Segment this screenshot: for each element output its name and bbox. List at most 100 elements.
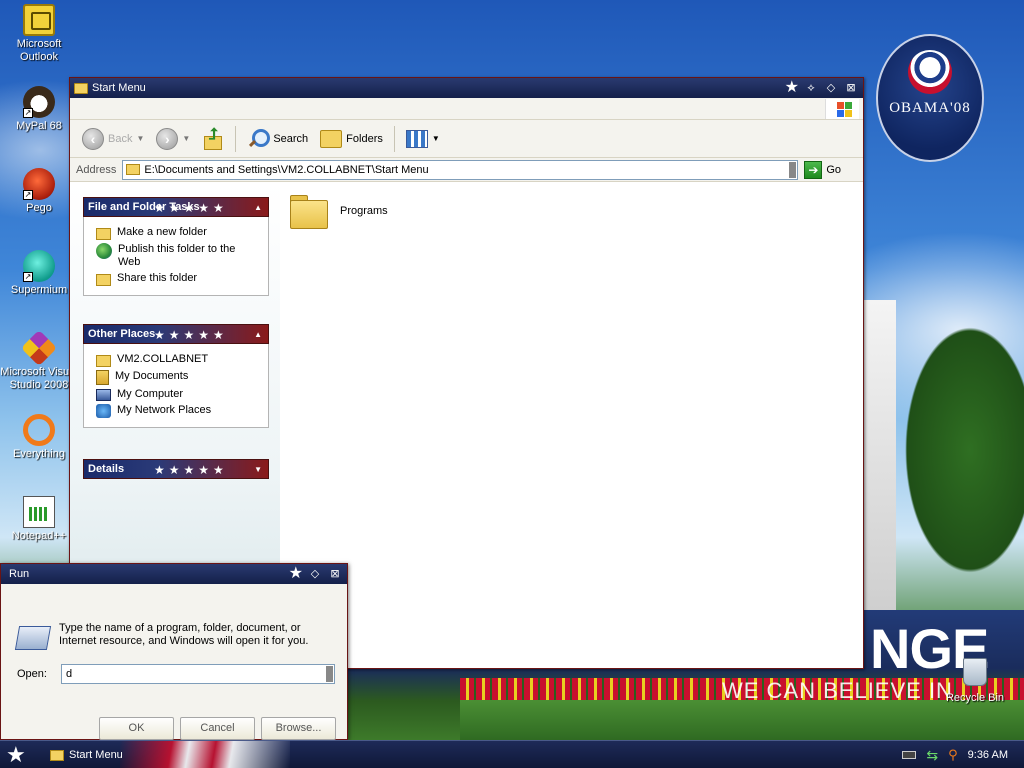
back-button[interactable]: ‹ Back ▼ xyxy=(78,124,148,154)
desktop-icon-everything[interactable]: Everything xyxy=(0,414,78,461)
globe-icon xyxy=(96,243,112,259)
expand-icon[interactable]: ▼ xyxy=(254,460,262,480)
desktop-icon-recycle-bin[interactable]: Recycle Bin xyxy=(936,658,1014,705)
help-button[interactable]: ◇ xyxy=(307,566,323,582)
back-arrow-icon: ‹ xyxy=(82,127,104,150)
desktop-icon-visual-studio[interactable]: Microsoft Visual Studio 2008 xyxy=(0,332,78,396)
run-dialog: Run ★ ◇ ⊠ Type the name of a program, fo… xyxy=(0,563,348,740)
forward-button[interactable]: › ▼ xyxy=(152,124,194,154)
address-path: E:\Documents and Settings\VM2.COLLABNET\… xyxy=(144,163,429,176)
recycle-bin-icon xyxy=(959,658,991,690)
go-label: Go xyxy=(826,163,842,176)
desktop-icon-outlook[interactable]: Microsoft Outlook xyxy=(0,4,78,64)
star-icon: ★ xyxy=(784,79,799,96)
desktop-icon-pego[interactable]: ↗ Pego xyxy=(0,168,78,215)
minimize-button[interactable]: ⟡ xyxy=(803,80,819,96)
window-title: Start Menu xyxy=(92,82,146,94)
everything-icon xyxy=(23,414,55,446)
pane-header[interactable]: ★★★★★ Details ▼ xyxy=(83,459,269,479)
wallpaper-slogan-sub: WE CAN BELIEVE IN xyxy=(722,678,953,703)
desktop-icon-label: Microsoft Visual Studio 2008 xyxy=(0,366,78,391)
place-vm2-collabnet[interactable]: VM2.COLLABNET xyxy=(96,353,258,367)
file-folder-tasks-pane: ★★★★★ File and Folder Tasks ▲ Make a new… xyxy=(83,197,269,296)
address-input[interactable]: E:\Documents and Settings\VM2.COLLABNET\… xyxy=(122,159,799,180)
go-button[interactable]: ➔ Go xyxy=(804,160,842,179)
views-icon xyxy=(405,129,428,148)
search-button[interactable]: Search xyxy=(243,124,312,154)
folders-icon xyxy=(320,129,343,148)
pane-body: VM2.COLLABNET My Documents My Computer M… xyxy=(83,344,269,428)
windows-logo-icon xyxy=(825,99,859,119)
window-titlebar[interactable]: Start Menu ★ ⟡ ◇ ⊠ xyxy=(70,78,863,98)
task-share-folder[interactable]: Share this folder xyxy=(96,272,258,286)
task-publish-to-web[interactable]: Publish this folder to the Web xyxy=(96,243,258,269)
desktop-icon-supermium[interactable]: ↗ Supermium xyxy=(0,250,78,297)
network-icon[interactable]: ⇆ xyxy=(926,747,938,764)
window-controls: ★ ⟡ ◇ ⊠ xyxy=(785,80,859,96)
visual-studio-icon xyxy=(20,332,58,367)
chevron-down-icon[interactable]: ▼ xyxy=(136,134,144,143)
desktop-icon-label: Microsoft Outlook xyxy=(16,38,62,63)
folder-up-icon xyxy=(202,126,224,150)
place-my-network-places[interactable]: My Network Places xyxy=(96,404,258,418)
menu-bar xyxy=(70,98,863,120)
clock[interactable]: 9:36 AM xyxy=(968,749,1008,761)
up-button[interactable] xyxy=(198,124,228,154)
task-make-new-folder[interactable]: Make a new folder xyxy=(96,226,258,240)
run-icon xyxy=(14,626,52,650)
toolbar: ‹ Back ▼ › ▼ Search Folders xyxy=(70,120,863,158)
desktop-icon-label: Everything xyxy=(13,448,65,460)
campaign-badge-text: OBAMA'08 xyxy=(889,100,971,116)
forward-arrow-icon: › xyxy=(156,127,179,150)
place-label: My Documents xyxy=(115,370,189,382)
system-tray: ⇆ ⚲ 9:36 AM xyxy=(864,741,1024,768)
maximize-button[interactable]: ◇ xyxy=(823,80,839,96)
folder-icon xyxy=(50,749,64,761)
collapse-icon[interactable]: ▲ xyxy=(254,325,262,345)
shortcut-arrow-icon: ↗ xyxy=(23,272,33,282)
folder-icon xyxy=(74,82,88,94)
views-button[interactable]: ▼ xyxy=(402,124,444,154)
pane-header[interactable]: ★★★★★ Other Places ▲ xyxy=(83,324,269,344)
keyboard-icon[interactable] xyxy=(902,751,917,759)
taskbar-item-start-menu[interactable]: Start Menu xyxy=(48,745,208,765)
desktop-icon-label: Notepad++ xyxy=(11,530,67,542)
place-label: VM2.COLLABNET xyxy=(117,353,209,365)
open-input[interactable]: d xyxy=(61,664,335,684)
toolbar-separator xyxy=(393,125,395,152)
task-label: Share this folder xyxy=(117,272,198,284)
stars-decoration-icon: ★★★★★ xyxy=(154,328,228,342)
ok-button[interactable]: OK xyxy=(99,717,174,740)
folders-button[interactable]: Folders xyxy=(316,124,387,154)
taskbar: ★ Start Menu ⇆ ⚲ 9:36 AM xyxy=(0,740,1024,768)
start-button[interactable]: ★ xyxy=(6,743,30,767)
collapse-icon[interactable]: ▲ xyxy=(254,198,262,218)
folder-icon xyxy=(96,355,111,367)
details-pane: ★★★★★ Details ▼ xyxy=(83,459,269,479)
pane-title: Details xyxy=(88,463,125,475)
desktop-icon-label: MyPal 68 xyxy=(16,120,62,132)
cancel-button[interactable]: Cancel xyxy=(180,717,255,740)
place-my-documents[interactable]: My Documents xyxy=(96,370,258,385)
desktop-icon-mypal[interactable]: ↗ MyPal 68 xyxy=(0,86,78,133)
close-button[interactable]: ⊠ xyxy=(327,566,343,582)
address-dropdown-button[interactable] xyxy=(789,161,797,178)
chevron-down-icon[interactable]: ▼ xyxy=(182,134,190,143)
go-arrow-icon: ➔ xyxy=(804,160,823,179)
close-button[interactable]: ⊠ xyxy=(843,80,859,96)
desktop-icon-notepadpp[interactable]: Notepad++ xyxy=(0,496,78,543)
my-documents-icon xyxy=(96,370,109,385)
open-label: Open: xyxy=(17,668,47,680)
folders-label: Folders xyxy=(346,132,383,145)
dialog-titlebar[interactable]: Run ★ ◇ ⊠ xyxy=(1,564,347,584)
place-my-computer[interactable]: My Computer xyxy=(96,388,258,401)
taskbar-item-label: Start Menu xyxy=(69,749,123,761)
task-label: Publish this folder to the Web xyxy=(118,243,236,268)
search-icon[interactable]: ⚲ xyxy=(948,747,958,763)
back-label: Back xyxy=(108,132,133,145)
pane-header[interactable]: ★★★★★ File and Folder Tasks ▲ xyxy=(83,197,269,217)
open-dropdown-button[interactable] xyxy=(326,666,333,682)
file-item-programs[interactable]: Programs xyxy=(290,195,388,229)
wallpaper-building xyxy=(862,300,896,610)
browse-button[interactable]: Browse... xyxy=(261,717,336,740)
